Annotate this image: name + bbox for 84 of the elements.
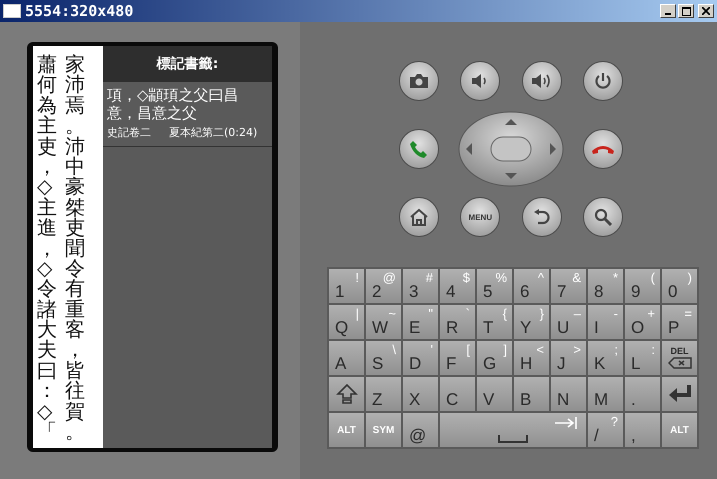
camera-button[interactable] [399, 61, 439, 101]
key[interactable]: 2 @ [366, 269, 401, 303]
key[interactable]: . [625, 377, 660, 411]
key[interactable]: R ` [440, 305, 475, 339]
key[interactable]: L : [625, 341, 660, 375]
close-icon [702, 7, 710, 15]
shift-key[interactable] [329, 377, 364, 411]
alt-key[interactable]: ALT [662, 413, 697, 447]
key[interactable]: 4 $ [440, 269, 475, 303]
power-icon [594, 72, 612, 90]
enter-key[interactable] [662, 377, 697, 411]
vertical-text-column: 蕭何為主吏，◇主進，◇令諸大夫曰：◇「 [37, 54, 57, 448]
key[interactable]: Z [366, 377, 401, 411]
back-button[interactable] [522, 197, 562, 237]
bookmark-chapter: 夏本紀第二(0:24) [169, 126, 258, 139]
key[interactable]: S \ [366, 341, 401, 375]
key[interactable]: 6 ^ [514, 269, 549, 303]
key[interactable]: @ [403, 413, 438, 447]
alt-key[interactable]: ALT [329, 413, 364, 447]
sym-key[interactable]: SYM [366, 413, 401, 447]
maximize-icon [682, 6, 690, 16]
call-button[interactable] [399, 129, 439, 169]
key[interactable]: T { [477, 305, 512, 339]
bookmark-excerpt: 項，◇顓頊之父曰昌意，昌意之父 [107, 86, 240, 122]
key[interactable]: V [477, 377, 512, 411]
speaker-icon [530, 72, 553, 90]
key[interactable]: F [ [440, 341, 475, 375]
key[interactable]: 5 % [477, 269, 512, 303]
search-icon [594, 208, 612, 226]
bookmark-item[interactable]: 項，◇顓頊之父曰昌意，昌意之父 史記卷二 夏本紀第二(0:24) [103, 82, 272, 148]
key[interactable]: Y } [514, 305, 549, 339]
key[interactable]: P = [662, 305, 697, 339]
backspace-icon [668, 357, 692, 369]
shift-arrow-icon [336, 384, 358, 404]
popup-title: 標記書籤: [103, 46, 272, 82]
close-button[interactable] [698, 4, 714, 18]
key[interactable]: , [625, 413, 660, 447]
window-icon [3, 4, 21, 18]
home-button[interactable] [399, 197, 439, 237]
key[interactable]: E " [403, 305, 438, 339]
key[interactable]: 0 ) [662, 269, 697, 303]
phone-handset-icon [591, 143, 615, 155]
menu-button[interactable]: MENU [460, 197, 500, 237]
key[interactable]: O + [625, 305, 660, 339]
key[interactable]: 9 ( [625, 269, 660, 303]
back-arrow-icon [532, 208, 551, 226]
key[interactable]: D ' [403, 341, 438, 375]
key[interactable]: C [440, 377, 475, 411]
dpad[interactable] [458, 111, 564, 187]
key[interactable]: 1 ! [329, 269, 364, 303]
camera-icon [409, 73, 429, 89]
key[interactable]: G ] [477, 341, 512, 375]
enter-arrow-icon [666, 384, 692, 404]
key[interactable]: K ; [588, 341, 623, 375]
maximize-button[interactable] [678, 4, 694, 18]
key[interactable]: 7 & [551, 269, 586, 303]
vertical-text-column: 家沛焉。沛中豪桀吏聞令有重客，皆往賀。 [65, 54, 85, 448]
volume-down-button[interactable] [460, 61, 500, 101]
key[interactable]: 3 # [403, 269, 438, 303]
key[interactable]: N [551, 377, 586, 411]
tab-arrow-icon [554, 417, 578, 429]
phone-handset-icon [409, 139, 429, 159]
home-icon [409, 208, 429, 226]
minimize-button[interactable] [660, 4, 676, 18]
del-key[interactable]: DEL [662, 341, 697, 375]
key[interactable]: 8 * [588, 269, 623, 303]
end-call-button[interactable] [583, 129, 623, 169]
key[interactable]: J > [551, 341, 586, 375]
window-title: 5554:320x480 [25, 2, 134, 20]
key[interactable]: B [514, 377, 549, 411]
key[interactable]: A [329, 341, 364, 375]
key[interactable]: I - [588, 305, 623, 339]
key[interactable]: Q | [329, 305, 364, 339]
key[interactable]: H < [514, 341, 549, 375]
key[interactable]: / ? [588, 413, 623, 447]
search-button[interactable] [582, 197, 623, 237]
key[interactable]: M [588, 377, 623, 411]
power-button[interactable] [582, 61, 623, 101]
key[interactable]: U – [551, 305, 586, 339]
key[interactable]: X [403, 377, 438, 411]
bookmark-book: 史記卷二 [107, 126, 151, 139]
volume-up-button[interactable] [522, 61, 562, 101]
space-bar-icon [498, 435, 528, 443]
key[interactable]: W ~ [366, 305, 401, 339]
